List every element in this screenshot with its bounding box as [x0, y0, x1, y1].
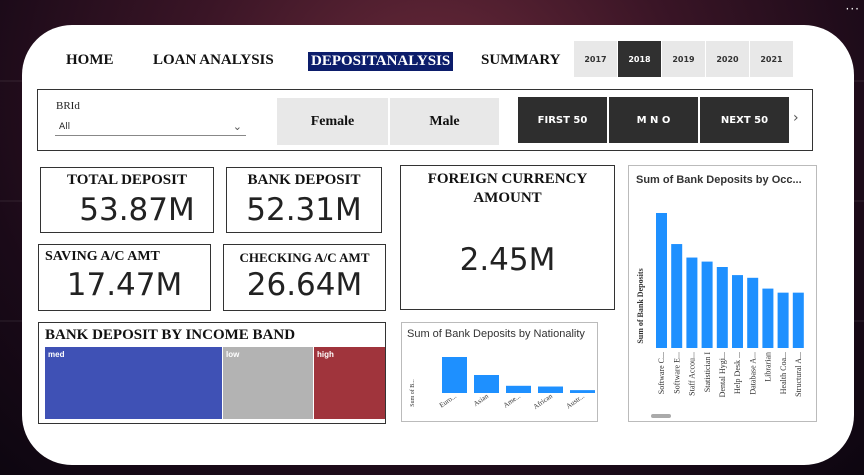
bar-0[interactable] [442, 357, 467, 393]
more-options-icon[interactable]: ··· [846, 2, 860, 16]
bar-3[interactable] [538, 386, 563, 393]
brid-label: BRId [56, 100, 80, 112]
treemap-tile-med[interactable]: med [45, 347, 222, 419]
nationality-y-axis-label: Sum of B... [409, 379, 416, 407]
brid-dropdown[interactable]: All ⌄ [55, 119, 246, 136]
tick-label-1: Software E... [672, 352, 681, 394]
foreign-currency-label-line2: AMOUNT [473, 190, 542, 206]
treemap-tile-high[interactable]: high [314, 347, 385, 419]
tick-label-5: Help Desk ... [733, 352, 742, 394]
bar-0[interactable] [656, 213, 667, 348]
bar-3[interactable] [701, 261, 713, 348]
bar-1[interactable] [474, 375, 499, 393]
tick-label-2: Staff Accou... [688, 352, 697, 396]
bar-2[interactable] [506, 385, 531, 393]
tick-label-9: Structural A... [794, 352, 803, 397]
foreign-currency-value: 2.45M [459, 242, 556, 278]
nav-deposit-analysis[interactable]: DEPOSITANALYSIS [308, 52, 454, 71]
female-button[interactable]: Female [277, 98, 388, 145]
checking-account-label: CHECKING A/C AMT [239, 250, 370, 265]
bank-deposit-value: 52.31M [246, 192, 362, 228]
bar-9[interactable] [792, 292, 804, 348]
occupation-chart: Sum of Bank Deposits by Occ... Sum of Ba… [628, 165, 817, 422]
occupation-y-axis-label: Sum of Bank Deposits [636, 268, 645, 343]
tick-label-0: Euro... [438, 392, 458, 410]
total-deposit-card: TOTAL DEPOSIT 53.87M [40, 167, 214, 233]
saving-account-label: SAVING A/C AMT [45, 249, 160, 264]
year-2019[interactable]: 2019 [662, 41, 705, 77]
bar-5[interactable] [732, 275, 743, 348]
tick-label-0: Software C... [657, 352, 666, 394]
income-band-title: BANK DEPOSIT BY INCOME BAND [45, 327, 296, 343]
tick-label-7: Librarian [764, 352, 773, 382]
nav-home[interactable]: HOME [66, 52, 114, 69]
checking-account-value: 26.64M [246, 267, 363, 303]
male-button[interactable]: Male [390, 98, 499, 145]
mno-button[interactable]: M N O [609, 97, 698, 143]
horizontal-scrollbar[interactable] [651, 414, 671, 418]
year-2018[interactable]: 2018 [618, 41, 661, 77]
tick-label-3: Statistician I [703, 352, 712, 393]
year-2020[interactable]: 2020 [706, 41, 749, 77]
year-2017[interactable]: 2017 [574, 41, 617, 77]
tick-label-2: Ame... [502, 392, 522, 410]
bar-8[interactable] [777, 292, 789, 348]
tick-label-1: Asian [472, 392, 490, 408]
tick-label-4: Austr... [565, 392, 587, 410]
bank-deposit-label: BANK DEPOSIT [247, 172, 361, 188]
year-2021[interactable]: 2021 [750, 41, 793, 77]
tick-label-3: African [532, 392, 555, 411]
brid-value: All [59, 122, 71, 132]
foreign-currency-label-line1: FOREIGN CURRENCY [427, 171, 588, 187]
occupation-bar-svg: Sum of Bank Deposits Software C... Softwa… [636, 213, 804, 418]
total-deposit-value: 53.87M [79, 192, 195, 228]
nationality-bar-svg: Sum of B... Euro... Asian Ame... African Aus… [409, 357, 595, 411]
bar-4[interactable] [716, 267, 728, 348]
nav-loan-analysis[interactable]: LOAN ANALYSIS [153, 52, 274, 69]
bank-deposit-card: BANK DEPOSIT 52.31M [226, 167, 382, 233]
bar-2[interactable] [686, 257, 698, 348]
bar-4[interactable] [570, 390, 595, 393]
saving-account-value: 17.47M [66, 267, 183, 303]
nav-summary[interactable]: SUMMARY [481, 52, 560, 69]
bar-1[interactable] [671, 244, 683, 348]
nationality-chart: Sum of Bank Deposits by Nationality Sum … [401, 322, 598, 422]
bar-6[interactable] [747, 277, 759, 348]
year-slicer: 2017 2018 2019 2020 2021 [574, 41, 794, 77]
saving-account-card: SAVING A/C AMT 17.47M [38, 244, 211, 311]
next-50-button[interactable]: NEXT 50 [700, 97, 789, 143]
treemap-tile-low[interactable]: low [223, 347, 313, 419]
tick-label-8: Health Coa... [779, 352, 788, 394]
tick-label-4: Dental Hygi... [718, 352, 727, 397]
tick-label-6: Database A... [748, 352, 757, 395]
bar-7[interactable] [762, 288, 774, 348]
first-50-button[interactable]: FIRST 50 [518, 97, 607, 143]
checking-account-card: CHECKING A/C AMT 26.64M [223, 244, 386, 311]
foreign-currency-card: FOREIGN CURRENCY AMOUNT 2.45M [400, 165, 615, 310]
chevron-right-icon[interactable]: › [793, 110, 799, 126]
total-deposit-label: TOTAL DEPOSIT [67, 172, 187, 188]
chevron-down-icon: ⌄ [232, 120, 242, 133]
